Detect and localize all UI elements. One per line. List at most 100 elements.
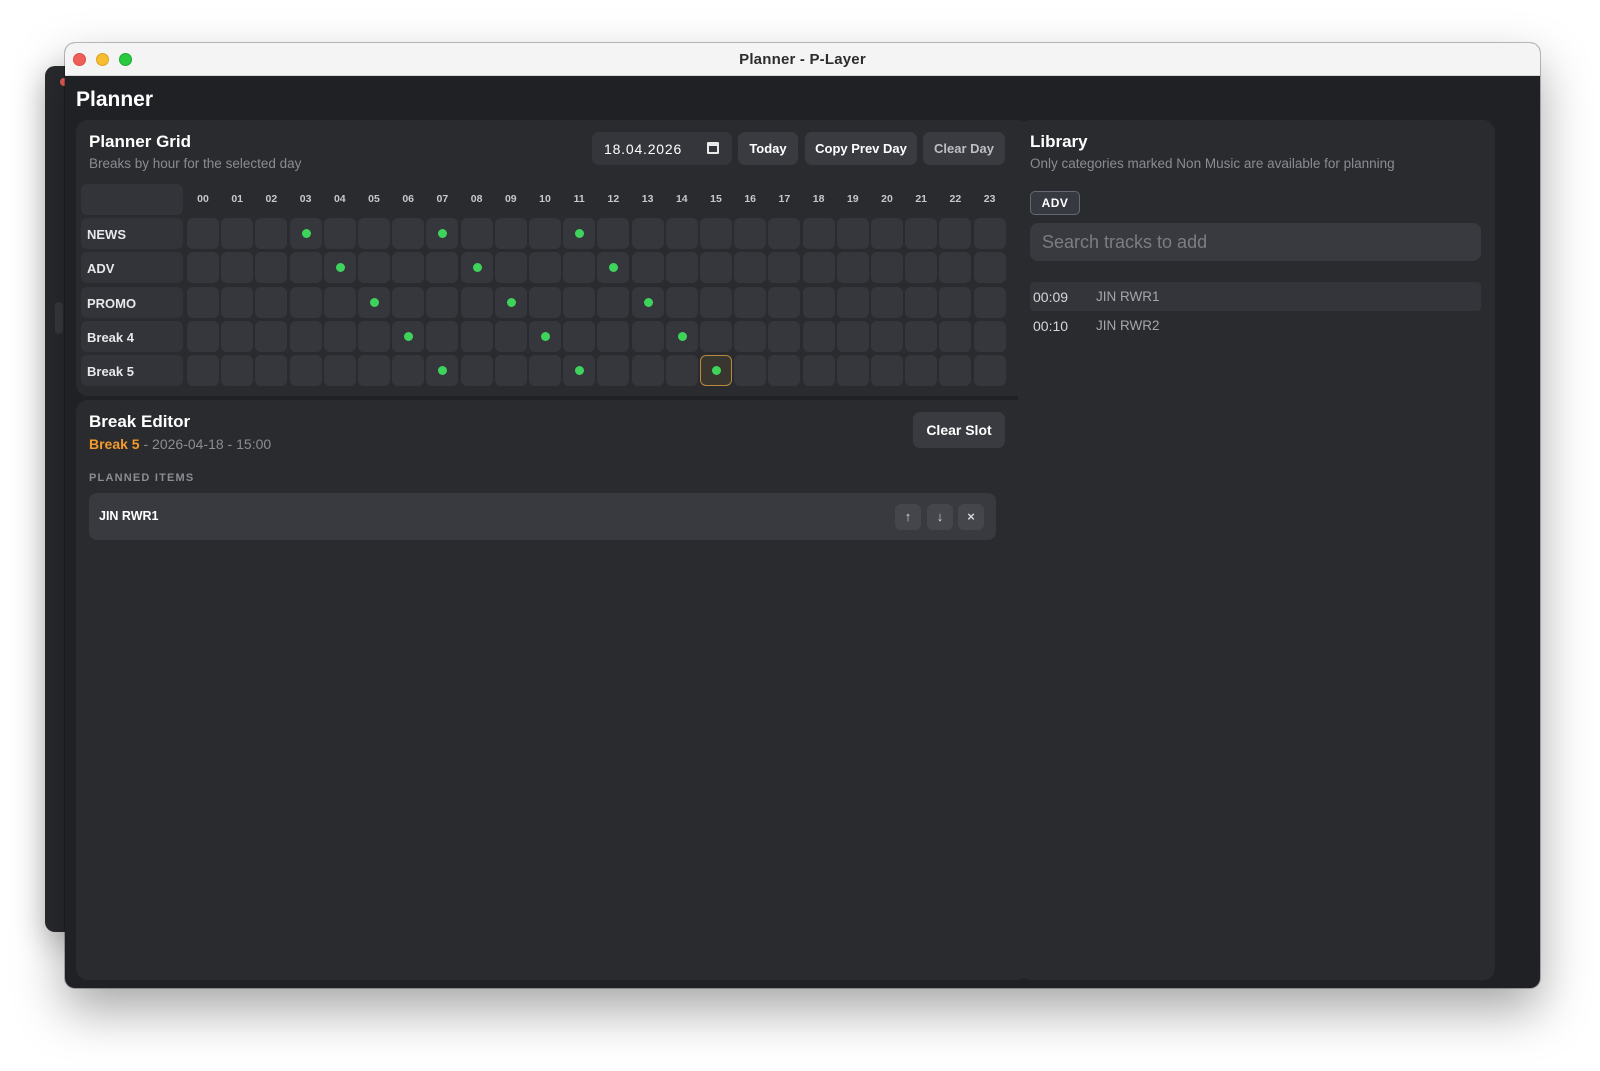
grid-cell[interactable] [460,286,493,318]
grid-cell[interactable] [460,218,493,250]
grid-cell[interactable] [221,218,254,250]
grid-cell[interactable] [871,252,903,284]
grid-cell[interactable] [836,286,869,318]
grid-cell[interactable] [323,252,356,284]
grid-cell[interactable] [494,252,527,284]
grid-cell[interactable] [905,286,938,318]
grid-cell[interactable] [734,218,767,250]
grid-cell[interactable] [768,218,801,250]
grid-cell[interactable] [255,286,288,318]
grid-cell[interactable] [973,218,1006,250]
grid-cell[interactable] [221,355,254,386]
grid-cell[interactable] [597,355,630,386]
grid-cell[interactable] [494,355,527,386]
search-tracks-input[interactable] [1030,223,1481,261]
grid-cell[interactable] [529,355,561,386]
grid-cell[interactable] [187,252,219,284]
grid-cell[interactable] [665,286,698,318]
grid-cell[interactable] [665,252,698,284]
grid-cell[interactable] [700,218,732,250]
grid-cell[interactable] [289,320,322,352]
grid-cell[interactable] [529,218,561,250]
grid-cell[interactable] [494,320,527,352]
grid-cell[interactable] [221,320,254,352]
grid-cell[interactable] [802,252,835,284]
grid-cell[interactable] [187,320,219,352]
grid-cell[interactable] [392,252,425,284]
grid-cell[interactable] [358,320,390,352]
clear-day-button[interactable]: Clear Day [923,132,1005,165]
grid-cell[interactable] [905,320,938,352]
grid-cell[interactable] [221,252,254,284]
grid-cell[interactable] [289,355,322,386]
grid-cell[interactable] [494,218,527,250]
date-picker-input[interactable]: 18.04.2026 [592,132,732,165]
grid-cell[interactable] [563,320,596,352]
grid-cell[interactable] [871,218,903,250]
grid-cell[interactable] [358,286,390,318]
grid-cell[interactable] [426,355,459,386]
grid-cell[interactable] [734,355,767,386]
grid-cell[interactable] [597,320,630,352]
grid-cell[interactable] [563,286,596,318]
grid-cell[interactable] [802,218,835,250]
grid-cell[interactable] [871,286,903,318]
grid-cell[interactable] [939,286,972,318]
grid-cell[interactable] [563,218,596,250]
grid-cell[interactable] [426,286,459,318]
grid-cell[interactable] [939,218,972,250]
grid-cell[interactable] [768,286,801,318]
grid-cell[interactable] [871,320,903,352]
grid-cell[interactable] [836,320,869,352]
grid-cell[interactable] [734,320,767,352]
grid-cell[interactable] [973,252,1006,284]
grid-cell[interactable] [255,355,288,386]
grid-cell[interactable] [597,252,630,284]
grid-cell[interactable] [494,286,527,318]
grid-cell[interactable] [939,355,972,386]
clear-slot-button[interactable]: Clear Slot [913,412,1005,448]
grid-cell[interactable] [700,252,732,284]
grid-cell[interactable] [563,355,596,386]
grid-cell[interactable] [700,320,732,352]
grid-cell[interactable] [631,320,664,352]
track-row[interactable]: 00:10 JIN RWR2 [1030,311,1481,340]
grid-cell[interactable] [700,355,732,386]
grid-cell[interactable] [529,286,561,318]
grid-cell[interactable] [392,355,425,386]
grid-cell[interactable] [905,218,938,250]
grid-cell[interactable] [529,320,561,352]
planned-item[interactable]: JIN RWR1 ↑ ↓ × [89,493,996,540]
grid-cell[interactable] [289,252,322,284]
category-chip-adv[interactable]: ADV [1030,191,1080,215]
grid-cell[interactable] [665,320,698,352]
grid-cell[interactable] [358,218,390,250]
grid-cell[interactable] [426,320,459,352]
grid-cell[interactable] [255,252,288,284]
grid-cell[interactable] [768,320,801,352]
grid-cell[interactable] [358,252,390,284]
grid-cell[interactable] [323,320,356,352]
grid-cell[interactable] [631,355,664,386]
grid-cell[interactable] [289,218,322,250]
grid-cell[interactable] [973,355,1006,386]
grid-cell[interactable] [289,286,322,318]
grid-cell[interactable] [187,355,219,386]
grid-cell[interactable] [255,320,288,352]
grid-cell[interactable] [597,286,630,318]
grid-cell[interactable] [392,320,425,352]
grid-cell[interactable] [973,286,1006,318]
grid-cell[interactable] [187,286,219,318]
arrow-up-icon[interactable]: ↑ [895,504,921,530]
grid-cell[interactable] [768,355,801,386]
grid-cell[interactable] [426,218,459,250]
grid-cell[interactable] [836,218,869,250]
grid-cell[interactable] [597,218,630,250]
grid-cell[interactable] [631,218,664,250]
grid-cell[interactable] [323,218,356,250]
grid-cell[interactable] [802,320,835,352]
grid-cell[interactable] [563,252,596,284]
grid-cell[interactable] [665,218,698,250]
grid-cell[interactable] [323,355,356,386]
grid-cell[interactable] [255,218,288,250]
